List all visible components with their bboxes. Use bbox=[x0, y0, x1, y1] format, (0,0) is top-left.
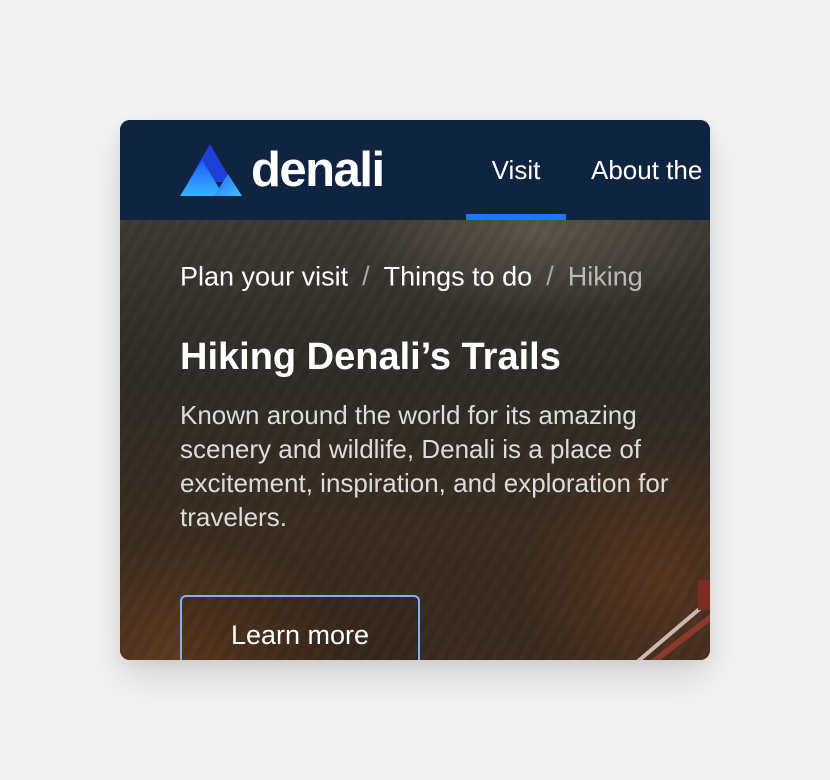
nav-item-label: About the bbox=[591, 154, 703, 185]
learn-more-button[interactable]: Learn more bbox=[180, 595, 420, 660]
learn-more-label: Learn more bbox=[230, 619, 370, 650]
hero-description: Known around the world for its amazing s… bbox=[180, 400, 669, 532]
breadcrumb-separator: / bbox=[362, 261, 370, 292]
breadcrumb-item-plan-your-visit[interactable]: Plan your visit bbox=[180, 261, 348, 291]
breadcrumb-separator: / bbox=[546, 261, 554, 292]
nav-item-visit[interactable]: Visit bbox=[466, 120, 566, 220]
breadcrumb-item-hiking: Hiking bbox=[567, 261, 643, 292]
nav-item-label: Visit bbox=[491, 154, 541, 185]
page-title: Hiking Denali’s Trails bbox=[180, 336, 561, 378]
main-nav: Visit About the bbox=[466, 120, 702, 220]
nav-item-about[interactable]: About the bbox=[591, 120, 702, 220]
mountain-logo-icon bbox=[180, 144, 242, 196]
hero-section: Plan your visit / Things to do / Hiking Hiki… bbox=[120, 220, 710, 660]
breadcrumb: Plan your visit / Things to do / Hiking bbox=[180, 260, 643, 292]
brand-name: denali bbox=[251, 143, 385, 197]
breadcrumb-item-things-to-do[interactable]: Things to do bbox=[384, 261, 533, 291]
railing-image bbox=[636, 580, 710, 660]
site-header: denali Visit About the bbox=[120, 120, 710, 220]
brand-logo[interactable]: denali bbox=[180, 144, 385, 196]
hero-card: denali Visit About the Plan your visit / T… bbox=[120, 120, 710, 660]
